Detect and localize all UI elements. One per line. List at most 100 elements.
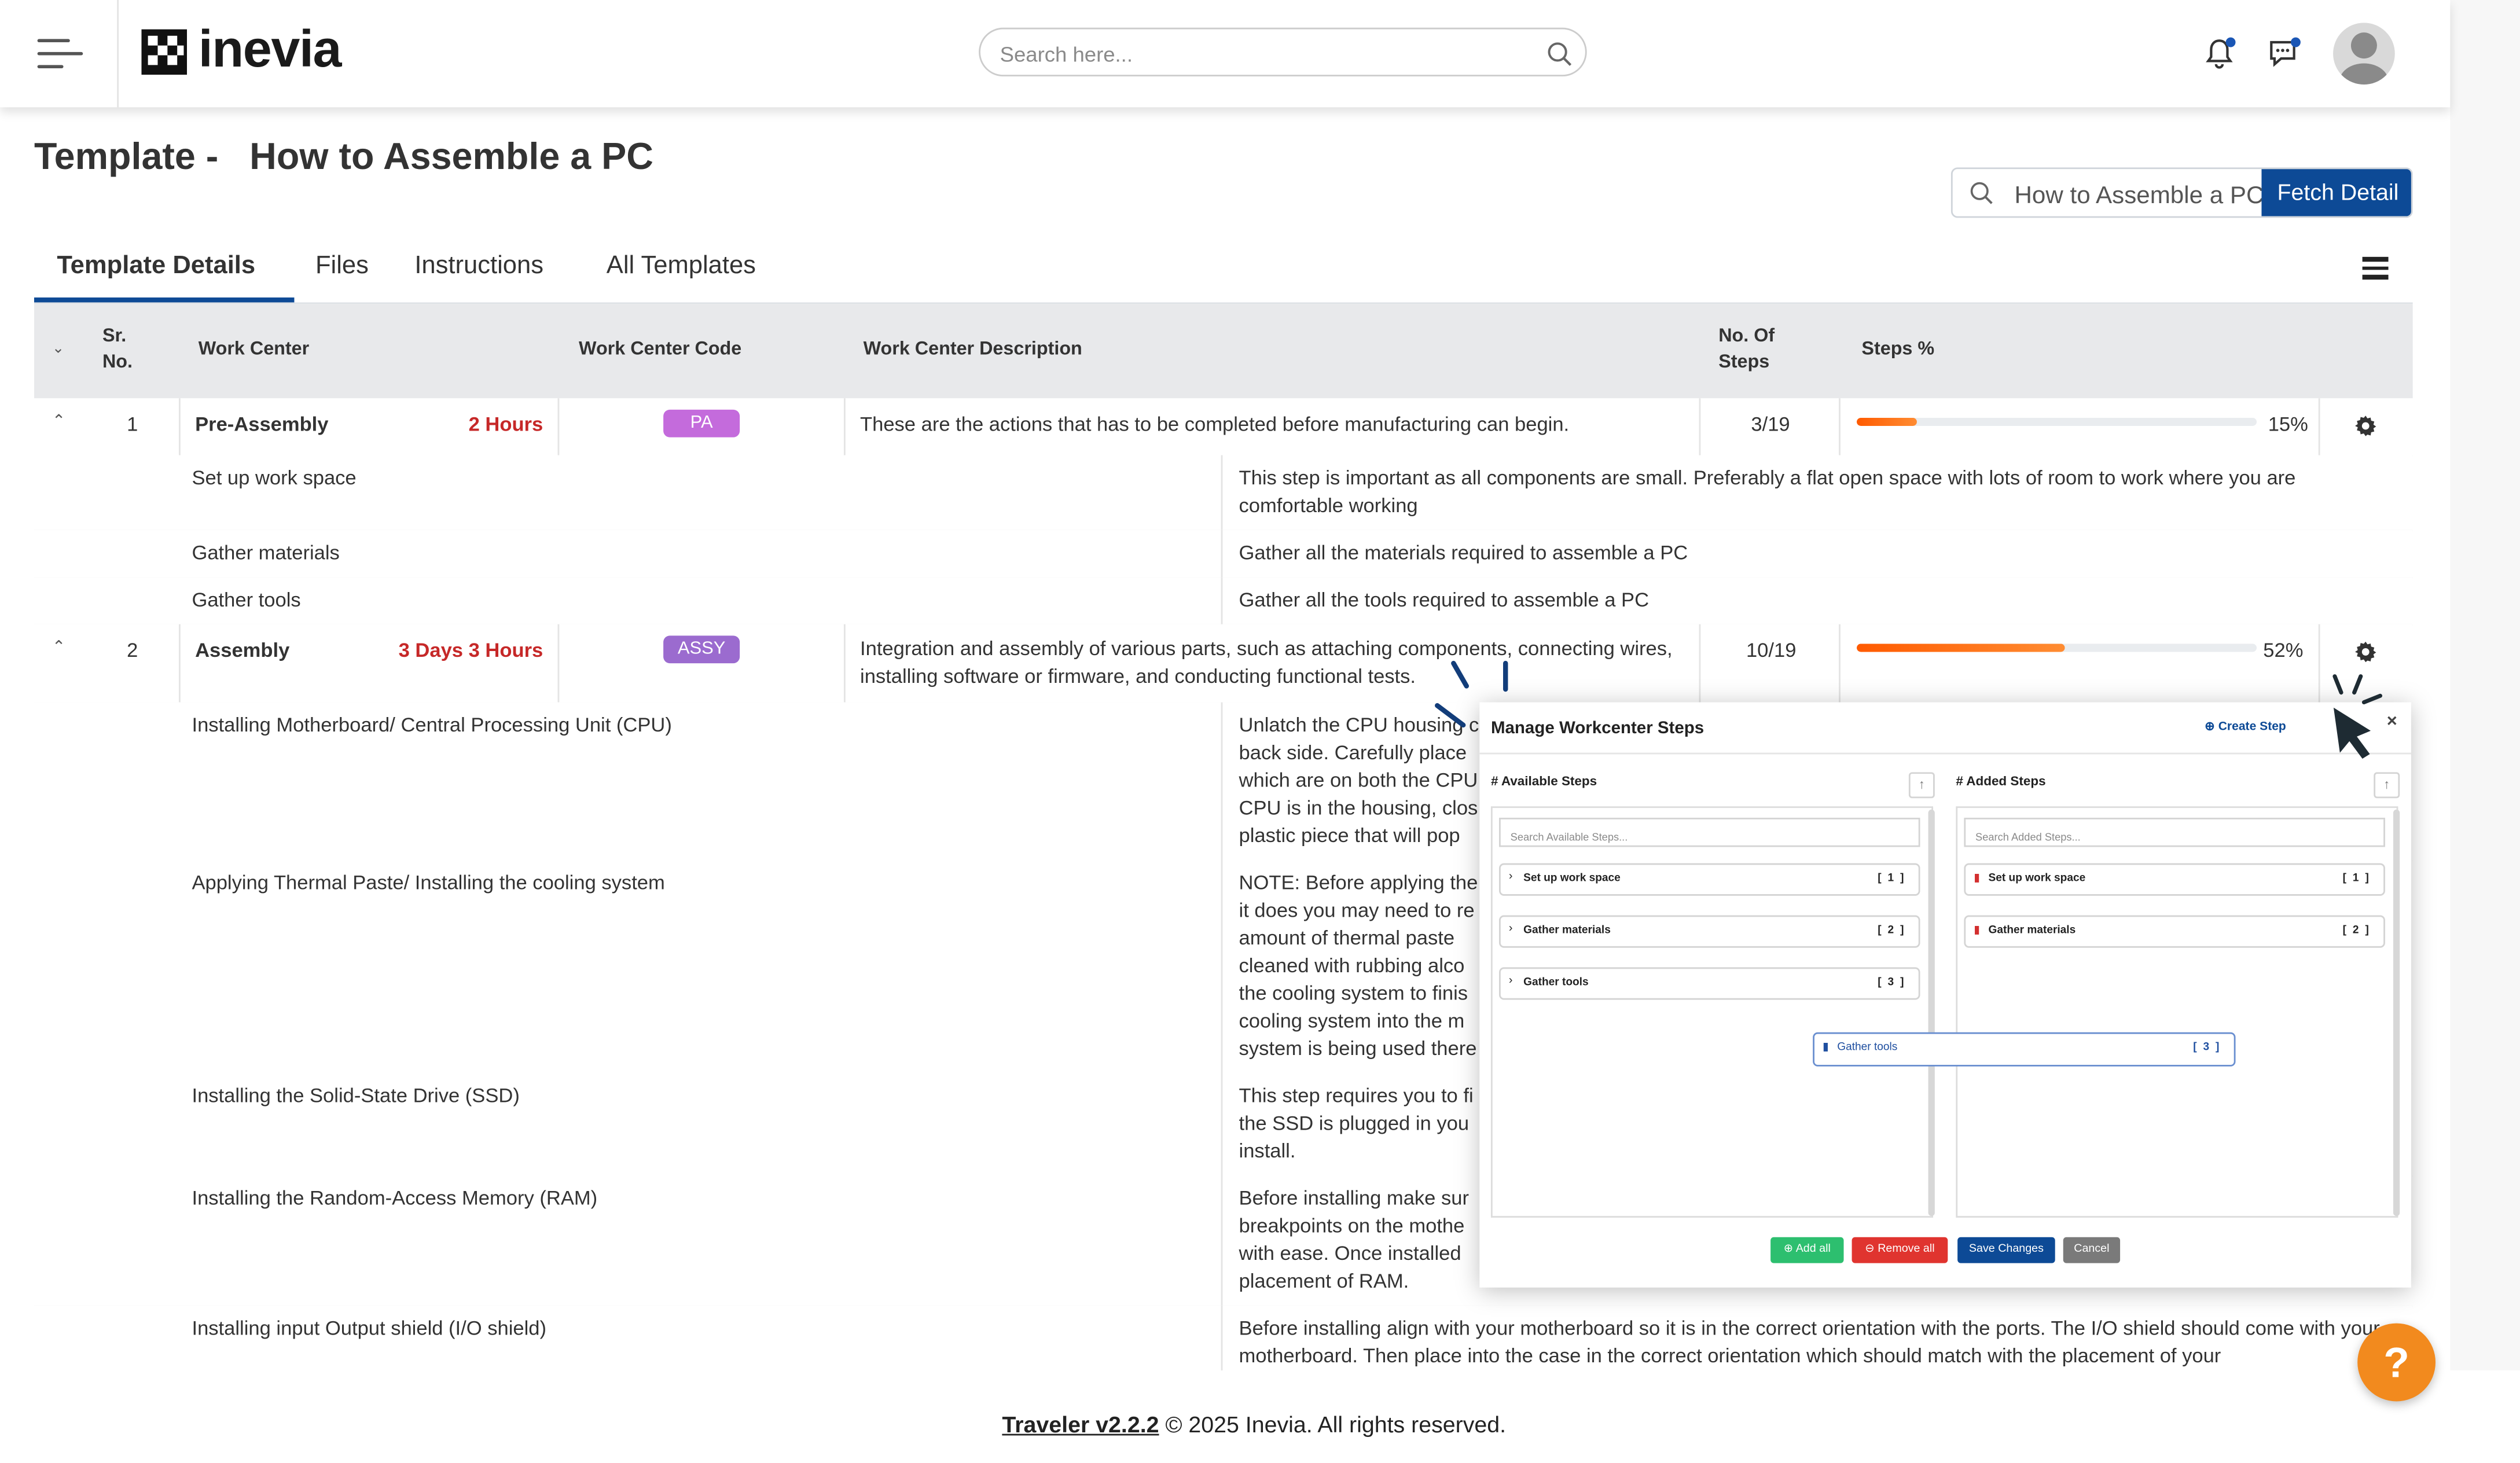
chevron-right-icon: › xyxy=(1508,975,1513,987)
search-icon[interactable] xyxy=(1546,41,1572,67)
tab-all-templates[interactable]: All Templates xyxy=(607,252,756,281)
step-name: Installing the Random-Access Memory (RAM… xyxy=(192,1186,598,1210)
added-steps-search-input[interactable] xyxy=(1966,825,2384,851)
global-search[interactable] xyxy=(979,27,1587,77)
step-name: Installing Motherboard/ Central Processi… xyxy=(192,714,672,737)
steps-count: 3/19 xyxy=(1751,413,1790,436)
messages-icon[interactable] xyxy=(2268,37,2301,68)
search-input[interactable] xyxy=(996,37,1524,70)
page-gutter xyxy=(2450,0,2520,1371)
drag-indicator-icon xyxy=(1435,660,1508,728)
step-name: Installing the Solid-State Drive (SSD) xyxy=(192,1084,520,1107)
save-changes-button[interactable]: Save Changes xyxy=(1957,1237,2055,1263)
step-row: Gather materials Gather all the material… xyxy=(34,530,2413,579)
remove-all-button[interactable]: ⊖ Remove all xyxy=(1852,1237,1948,1263)
brand-name: inevia xyxy=(198,19,342,78)
step-description: This step requires you to fi the SSD is … xyxy=(1239,1084,1474,1163)
template-search-input[interactable] xyxy=(2011,179,2265,212)
work-center-duration: 2 Hours xyxy=(468,413,543,436)
help-button[interactable]: ? xyxy=(2357,1323,2436,1402)
chevron-right-icon: › xyxy=(1508,871,1513,883)
available-steps-title: # Available Steps xyxy=(1490,774,1597,789)
hamburger-menu-icon[interactable] xyxy=(37,39,83,69)
header-work-center: Work Center xyxy=(198,340,310,359)
step-name: Gather materials xyxy=(192,541,340,564)
footer-text: Traveler v2.2.2 © 2025 Inevia. All right… xyxy=(964,1385,1506,1463)
steps-percent: 15% xyxy=(2268,413,2308,436)
collapse-chevron-icon[interactable]: ⌃ xyxy=(52,413,66,431)
header-steps-percent: Steps % xyxy=(1861,340,1935,359)
available-step-item[interactable]: › Gather materials [ 2 ] xyxy=(1498,915,1920,948)
steps-progress-bar xyxy=(1856,644,2257,652)
steps-percent: 52% xyxy=(2263,638,2304,662)
active-tab-indicator xyxy=(34,297,295,303)
added-step-item[interactable]: ▮ Set up work space [ 1 ] xyxy=(1964,863,2385,896)
cancel-button[interactable]: Cancel xyxy=(2063,1237,2121,1263)
table-row-group[interactable]: ⌃ 2 Assembly 3 Days 3 Hours ASSY Integra… xyxy=(34,624,2413,704)
progress-fill xyxy=(1856,644,2065,652)
work-center-duration: 3 Days 3 Hours xyxy=(398,638,543,662)
progress-fill xyxy=(1856,417,1917,426)
steps-progress-bar xyxy=(1856,417,2257,426)
scrollbar[interactable] xyxy=(1928,809,1935,1216)
page-title: Template - How to Assemble a PC xyxy=(34,135,653,178)
trash-icon[interactable]: ▮ xyxy=(1974,872,1980,884)
create-step-button[interactable]: ⊕ Create Step xyxy=(2205,719,2286,733)
top-bar: inevia xyxy=(0,0,2451,108)
available-step-item[interactable]: › Gather tools [ 3 ] xyxy=(1498,967,1920,1000)
step-description: NOTE: Before applying the it does you ma… xyxy=(1239,871,1478,1060)
modal-title: Manage Workcenter Steps xyxy=(1490,718,1705,738)
added-steps-search[interactable] xyxy=(1964,817,2385,851)
header-no-of-steps: No. Of Steps xyxy=(1718,326,1775,373)
work-center-code-badge: ASSY xyxy=(663,635,740,664)
header-sr-no: Sr. No. xyxy=(102,326,133,373)
available-steps-search[interactable] xyxy=(1498,817,1920,851)
collapse-all-chevron-icon[interactable]: ⌄ xyxy=(52,340,64,358)
app-stage: inevia Template - How to Assemble a PC xyxy=(0,0,2520,1437)
available-step-item[interactable]: › Set up work space [ 1 ] xyxy=(1498,863,1920,896)
added-steps-title: # Added Steps xyxy=(1956,774,2046,789)
add-all-button[interactable]: ⊕ Add all xyxy=(1770,1237,1844,1263)
divider xyxy=(117,0,119,108)
work-center-code-badge: PA xyxy=(663,409,740,438)
trash-icon[interactable]: ▮ xyxy=(1974,924,1980,936)
plus-circle-icon: ⊕ xyxy=(2205,718,2215,733)
settings-gear-icon[interactable] xyxy=(2354,414,2377,437)
row-sr-no: 1 xyxy=(127,413,138,436)
collapse-chevron-icon[interactable]: ⌃ xyxy=(52,639,66,657)
notification-bell-icon[interactable] xyxy=(2205,37,2236,70)
column-menu-icon[interactable] xyxy=(2362,256,2389,280)
dragging-step-item[interactable]: ▮ Gather tools [ 3 ] xyxy=(1813,1032,2236,1067)
version-link[interactable]: Traveler v2.2.2 xyxy=(1002,1411,1159,1437)
footer: Traveler v2.2.2 © 2025 Inevia. All right… xyxy=(0,1370,2520,1437)
trash-icon: ▮ xyxy=(1823,1042,1829,1054)
settings-gear-icon[interactable] xyxy=(2354,641,2377,663)
work-center-name: Assembly xyxy=(195,638,290,662)
tab-files[interactable]: Files xyxy=(315,252,369,281)
step-name: Installing input Output shield (I/O shie… xyxy=(192,1317,546,1340)
row-sr-no: 2 xyxy=(127,638,138,662)
table-row-group[interactable]: ⌃ 1 Pre-Assembly 2 Hours PA These are th… xyxy=(34,398,2413,457)
step-description: This step is important as all components… xyxy=(1239,466,2296,517)
available-steps-search-input[interactable] xyxy=(1500,825,1919,851)
brand-logo-icon xyxy=(141,29,188,75)
step-description: Gather all the materials required to ass… xyxy=(1239,541,1688,564)
fetch-detail-button[interactable]: Fetch Detail xyxy=(2261,169,2411,216)
tab-instructions[interactable]: Instructions xyxy=(414,252,543,281)
step-description: Before installing make sur breakpoints o… xyxy=(1239,1186,1469,1293)
step-name: Gather tools xyxy=(192,588,301,612)
steps-count: 10/19 xyxy=(1746,638,1797,662)
user-avatar[interactable] xyxy=(2333,23,2395,85)
step-row: Gather tools Gather all the tools requir… xyxy=(34,577,2413,626)
sort-up-icon[interactable]: ↑ xyxy=(1908,772,1935,799)
tab-bar: Template Details Files Instructions All … xyxy=(34,244,2413,304)
added-step-item[interactable]: ▮ Gather materials [ 2 ] xyxy=(1964,915,2385,948)
step-name: Set up work space xyxy=(192,466,357,490)
fetch-template-group: Fetch Detail xyxy=(1950,167,2413,218)
step-name: Applying Thermal Paste/ Installing the c… xyxy=(192,871,665,895)
work-center-name: Pre-Assembly xyxy=(195,413,329,436)
work-center-description: These are the actions that has to be com… xyxy=(860,413,1570,436)
click-pointer-icon xyxy=(2332,674,2383,759)
scrollbar[interactable] xyxy=(2393,809,2400,1216)
tab-template-details[interactable]: Template Details xyxy=(57,252,255,281)
